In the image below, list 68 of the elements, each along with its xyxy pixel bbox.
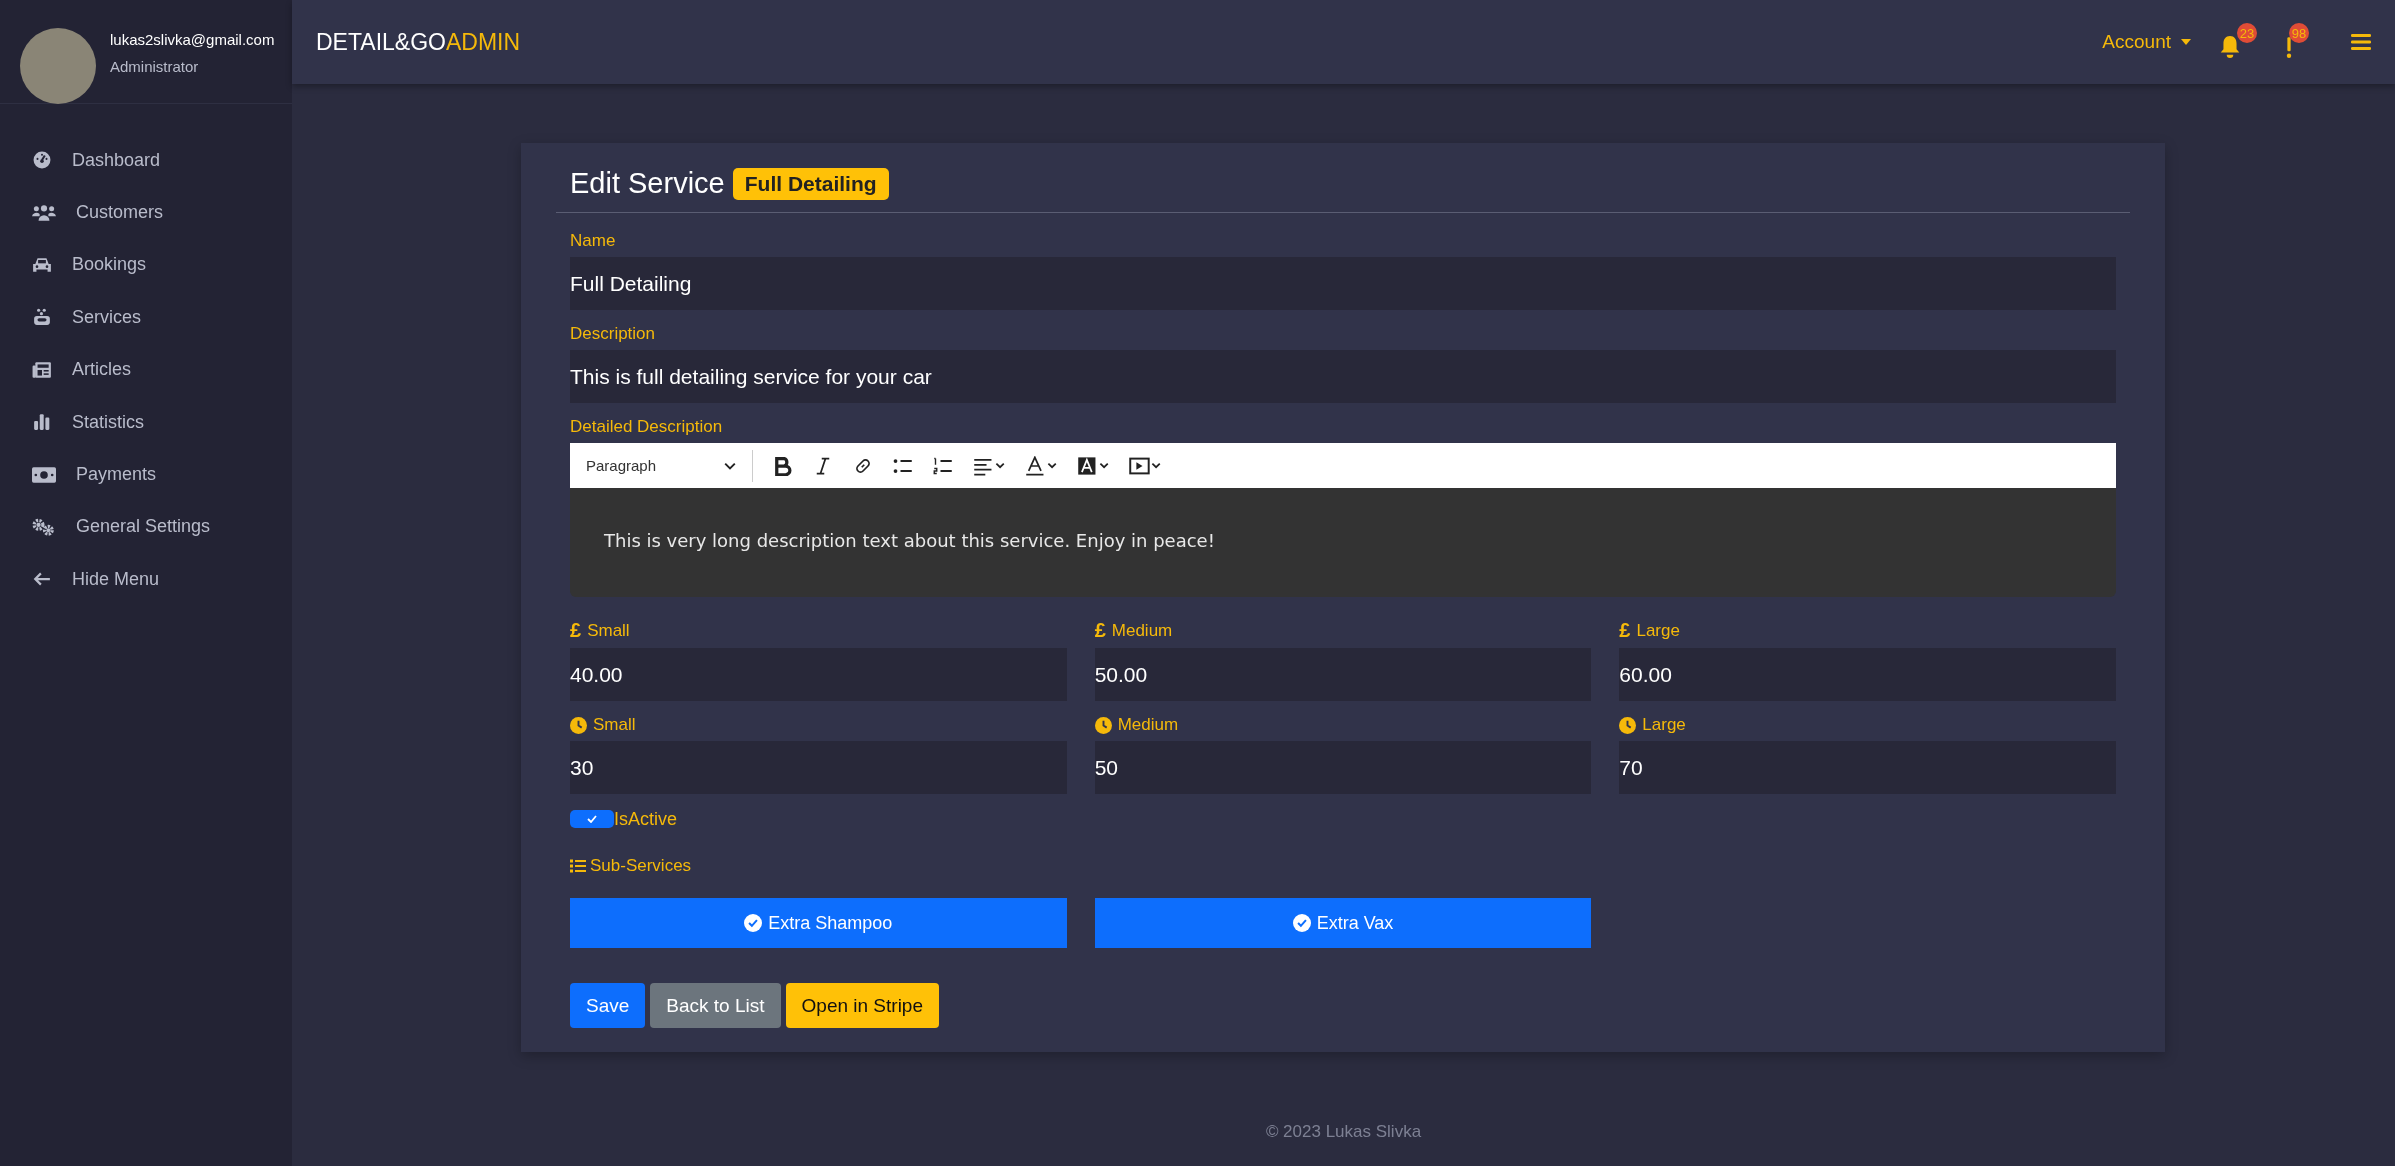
check-circle-icon: [744, 914, 763, 932]
section-label: Sub-Services: [590, 856, 692, 876]
clock-icon: [570, 716, 587, 734]
rich-text-editor[interactable]: This is very long description text about this service. Enjoy in peace!: [570, 488, 2116, 597]
bar-chart-icon: [32, 413, 52, 432]
sidebar-item[interactable]: Customers: [0, 186, 292, 239]
check-icon: [587, 815, 597, 823]
block-format-dropdown[interactable]: Paragraph: [586, 457, 736, 474]
name-input[interactable]: Full Detailing: [570, 257, 2116, 310]
field-label: Small: [593, 715, 636, 735]
price-input[interactable]: 50.00: [1094, 648, 1592, 701]
pound-icon: £: [1619, 619, 1631, 642]
pound-icon: £: [570, 619, 582, 642]
duration-input[interactable]: 30: [570, 741, 1067, 794]
field-label: Large: [1642, 715, 1686, 735]
field-label: Medium: [1111, 620, 1173, 641]
money-icon: [32, 465, 56, 484]
field-label: Detailed Description: [570, 417, 724, 437]
action-button[interactable]: Save: [570, 983, 646, 1028]
users-icon: [32, 203, 56, 222]
chevron-down-icon: [724, 461, 736, 470]
clock-icon: [1094, 716, 1112, 734]
alert-count: 98: [2289, 23, 2309, 43]
gears-icon: [32, 517, 56, 536]
description-input[interactable]: This is full detailing service for your car: [570, 350, 2116, 403]
soap-icon: [32, 308, 52, 327]
exclamation-icon: [2285, 35, 2293, 59]
clock-icon: [1619, 716, 1637, 734]
sub-service-toggle[interactable]: Extra Vax: [1094, 898, 1592, 948]
price-input[interactable]: 40.00: [570, 648, 1067, 701]
menu-icon[interactable]: [2351, 34, 2371, 50]
newspaper-icon: [32, 360, 52, 379]
gauge-icon: [32, 151, 52, 170]
user-role: Administrator: [110, 57, 200, 75]
bell-icon: [2219, 35, 2241, 59]
sidebar-item[interactable]: Dashboard: [0, 134, 292, 187]
sidebar-item[interactable]: Articles: [0, 343, 292, 396]
list-icon: [570, 859, 586, 873]
user-email: lukas2slivka@gmail.com: [110, 30, 275, 48]
field-label: Description: [570, 324, 657, 344]
active-label: IsActive: [614, 808, 678, 830]
page-title: Edit Service: [570, 167, 725, 200]
active-switch[interactable]: [570, 810, 614, 828]
car-icon: [32, 255, 52, 274]
sidebar-item[interactable]: General Settings: [0, 500, 292, 554]
copyright-text: © 2023 Lukas Slivka: [1264, 1122, 1423, 1143]
check-circle-icon: [1292, 914, 1311, 932]
field-label: Large: [1636, 620, 1680, 641]
sidebar-item[interactable]: Payments: [0, 448, 292, 501]
sidebar-item[interactable]: Bookings: [0, 238, 292, 292]
pound-icon: £: [1094, 619, 1106, 642]
duration-input[interactable]: 70: [1619, 741, 2116, 794]
sidebar-item[interactable]: Services: [0, 291, 292, 344]
caret-icon: [2181, 39, 2191, 45]
account-menu[interactable]: Account: [2102, 31, 2191, 53]
field-label: Small: [587, 620, 630, 641]
sidebar-item[interactable]: Hide Menu: [0, 553, 292, 606]
service-name-badge: Full Detailing: [732, 167, 889, 200]
sub-service-toggle[interactable]: Extra Shampoo: [570, 898, 1067, 948]
notification-count: 23: [2237, 23, 2257, 43]
brand-logo[interactable]: DETAIL&GOADMIN: [316, 28, 521, 56]
action-button[interactable]: Back to List: [650, 983, 781, 1028]
sidebar-item[interactable]: Statistics: [0, 395, 292, 449]
action-button[interactable]: Open in Stripe: [785, 983, 939, 1028]
field-label: Name: [570, 231, 617, 251]
duration-input[interactable]: 50: [1094, 741, 1592, 794]
price-input[interactable]: 60.00: [1619, 648, 2116, 701]
field-label: Medium: [1117, 715, 1179, 735]
